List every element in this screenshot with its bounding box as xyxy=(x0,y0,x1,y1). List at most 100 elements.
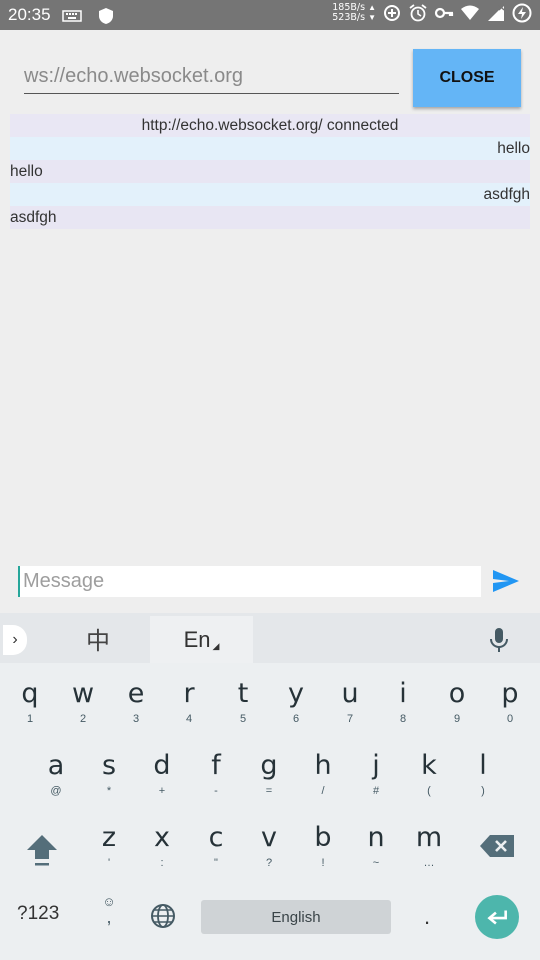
key-main: w xyxy=(71,678,95,709)
key-alt: … xyxy=(423,857,435,869)
key-g[interactable]: g = xyxy=(244,749,294,809)
message-compose xyxy=(18,566,481,597)
shield-icon xyxy=(99,8,113,24)
keyboard-toolbar: › 中 En ◢ xyxy=(0,613,540,663)
message-sent: asdfgh xyxy=(10,183,530,206)
key-l[interactable]: l) xyxy=(458,749,508,809)
key-alt: 4 xyxy=(185,713,193,725)
key-w[interactable]: w2 xyxy=(58,677,108,737)
chevron-right-icon[interactable]: › xyxy=(3,625,27,655)
key-main: g xyxy=(260,750,278,781)
key-alt: ( xyxy=(427,785,431,797)
enter-button[interactable] xyxy=(475,895,519,939)
key-q[interactable]: q1 xyxy=(5,677,55,737)
key-alt: ~ xyxy=(372,857,380,869)
key-alt: 5 xyxy=(239,713,247,725)
key-alt: ' xyxy=(107,857,111,869)
lang-chinese-button[interactable]: 中 xyxy=(48,613,148,663)
message-input[interactable] xyxy=(18,566,481,597)
globe-icon[interactable] xyxy=(150,903,176,929)
lang-english-button[interactable]: En ◢ xyxy=(150,616,253,663)
key-alt: 3 xyxy=(132,713,140,725)
wifi-icon xyxy=(461,5,479,20)
key-icon xyxy=(434,7,454,19)
data-saver-icon xyxy=(384,5,400,21)
space-bar[interactable]: English xyxy=(201,900,391,934)
key-n[interactable]: n ~ xyxy=(351,821,401,881)
key-d[interactable]: d + xyxy=(137,749,187,809)
key-a[interactable]: a @ xyxy=(31,749,81,809)
key-main: j xyxy=(372,750,380,781)
lang-dropdown-icon: ◢ xyxy=(212,641,220,651)
send-icon[interactable] xyxy=(491,568,521,594)
key-main: h xyxy=(314,750,332,781)
key-alt: 2 xyxy=(79,713,87,725)
key-f[interactable]: f- xyxy=(191,749,241,809)
soft-keyboard: › 中 En ◢ q1 w2 e3 r4 t5 y6 u7 i8 o9 p0 a @… xyxy=(0,613,540,960)
key-main: r xyxy=(183,678,195,709)
key-c[interactable]: c " xyxy=(191,821,241,881)
key-m[interactable]: m… xyxy=(404,821,454,881)
key-u[interactable]: u7 xyxy=(325,677,375,737)
microphone-icon[interactable] xyxy=(487,627,511,653)
key-main: m xyxy=(415,822,443,853)
emoji-comma-key[interactable]: ☺ , xyxy=(98,894,120,926)
signal-icon xyxy=(488,4,505,21)
key-alt: 0 xyxy=(506,713,514,725)
key-v[interactable]: v? xyxy=(244,821,294,881)
key-k[interactable]: k( xyxy=(404,749,454,809)
key-main: e xyxy=(127,678,145,709)
status-time: 20:35 xyxy=(8,5,51,24)
key-main: n xyxy=(367,822,385,853)
key-x[interactable]: x: xyxy=(137,821,187,881)
period-key[interactable]: . xyxy=(424,904,430,930)
key-alt: = xyxy=(265,785,273,797)
key-main: z xyxy=(101,822,117,853)
net-arrows-icon: ▲ ▼ xyxy=(368,3,376,22)
battery-charging-icon xyxy=(512,3,532,23)
symbols-key[interactable]: ?123 xyxy=(17,903,59,925)
key-s[interactable]: s * xyxy=(84,749,134,809)
backspace-icon[interactable] xyxy=(478,831,518,861)
key-main: b xyxy=(314,822,332,853)
key-main: v xyxy=(261,822,277,853)
net-down: 523B/s xyxy=(332,12,366,23)
key-alt: ? xyxy=(265,857,273,869)
key-t[interactable]: t5 xyxy=(218,677,268,737)
key-main: f xyxy=(211,750,221,781)
key-alt: " xyxy=(214,857,218,869)
key-main: o xyxy=(448,678,466,709)
key-main: s xyxy=(101,750,117,781)
message-list: http://echo.websocket.org/ connected hel… xyxy=(10,114,530,229)
key-alt: # xyxy=(372,785,380,797)
keyboard-icon xyxy=(62,10,82,22)
key-main: p xyxy=(501,678,519,709)
key-alt: * xyxy=(106,785,112,797)
key-alt: 7 xyxy=(346,713,354,725)
key-o[interactable]: o9 xyxy=(432,677,482,737)
key-h[interactable]: h / xyxy=(298,749,348,809)
key-b[interactable]: b! xyxy=(298,821,348,881)
key-alt: - xyxy=(214,785,218,797)
status-bar: 20:35 185B/s 523B/s ▲ ▼ xyxy=(0,0,540,30)
key-z[interactable]: z ' xyxy=(84,821,134,881)
lang-english-label: En xyxy=(183,626,211,652)
alarm-icon xyxy=(409,4,427,22)
key-alt: @ xyxy=(50,785,62,797)
key-alt: ) xyxy=(481,785,485,797)
key-p[interactable]: p0 xyxy=(485,677,535,737)
key-main: u xyxy=(341,678,359,709)
key-j[interactable]: j # xyxy=(351,749,401,809)
close-button[interactable]: CLOSE xyxy=(413,49,521,107)
key-i[interactable]: i8 xyxy=(378,677,428,737)
message-status: http://echo.websocket.org/ connected xyxy=(10,114,530,137)
key-y[interactable]: y6 xyxy=(271,677,321,737)
key-e[interactable]: e3 xyxy=(111,677,161,737)
key-main: k xyxy=(421,750,437,781)
url-input[interactable] xyxy=(24,60,399,94)
message-sent: hello xyxy=(10,137,530,160)
key-main: q xyxy=(21,678,39,709)
key-alt: : xyxy=(160,857,164,869)
key-r[interactable]: r4 xyxy=(164,677,214,737)
shift-icon[interactable] xyxy=(22,831,62,871)
